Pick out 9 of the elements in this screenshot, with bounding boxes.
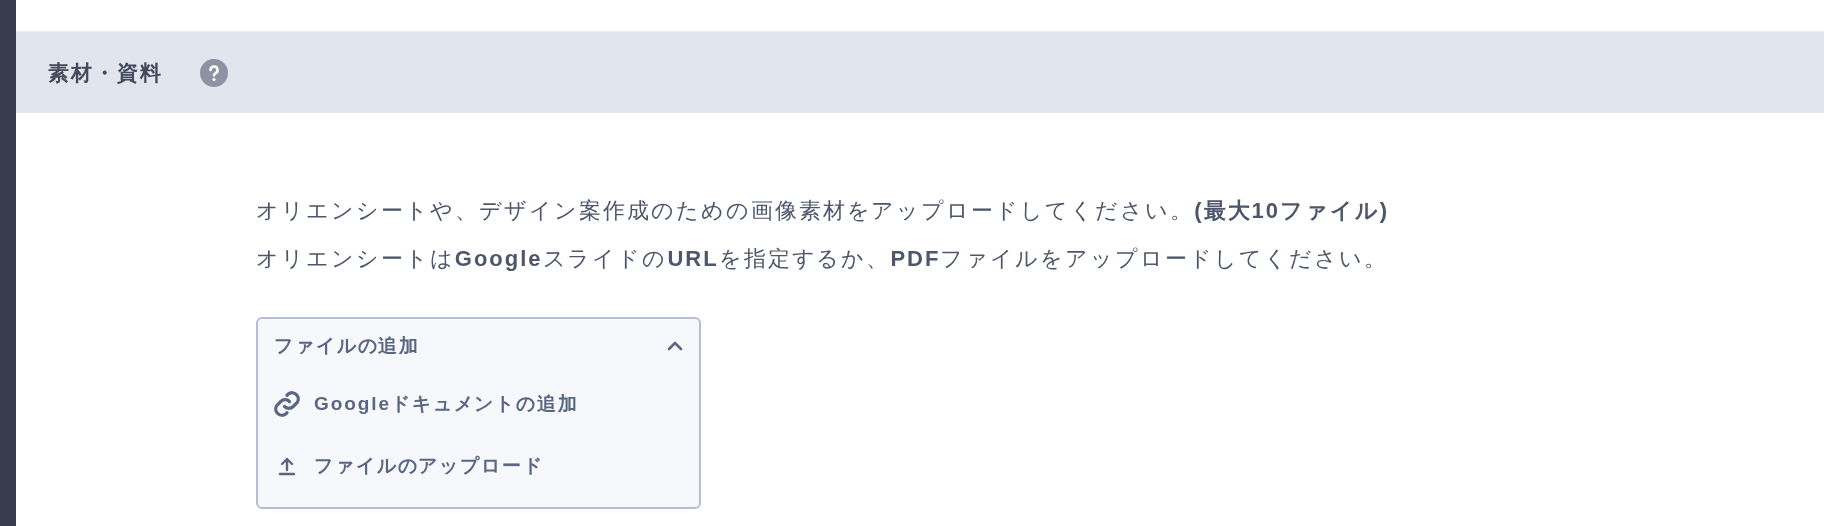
file-menu-header[interactable]: ファイルの追加 [258,319,699,373]
link-icon [272,389,302,419]
chevron-up-icon [667,341,683,351]
help-icon[interactable] [199,58,228,87]
description-text: オリエンシートはGoogleスライドのURLを指定するか、PDFファイルをアップロードしてください。 [256,245,1390,273]
menu-item[interactable]: ファイルのアップロード [258,435,699,497]
menu-item[interactable]: Googleドキュメントの追加 [258,373,699,435]
description-text: オリエンシートや、デザイン案作成のための画像素材をアップロードしてください。(最大10ファイル) [256,197,1391,225]
section-title: 素材・資料 [48,59,164,86]
